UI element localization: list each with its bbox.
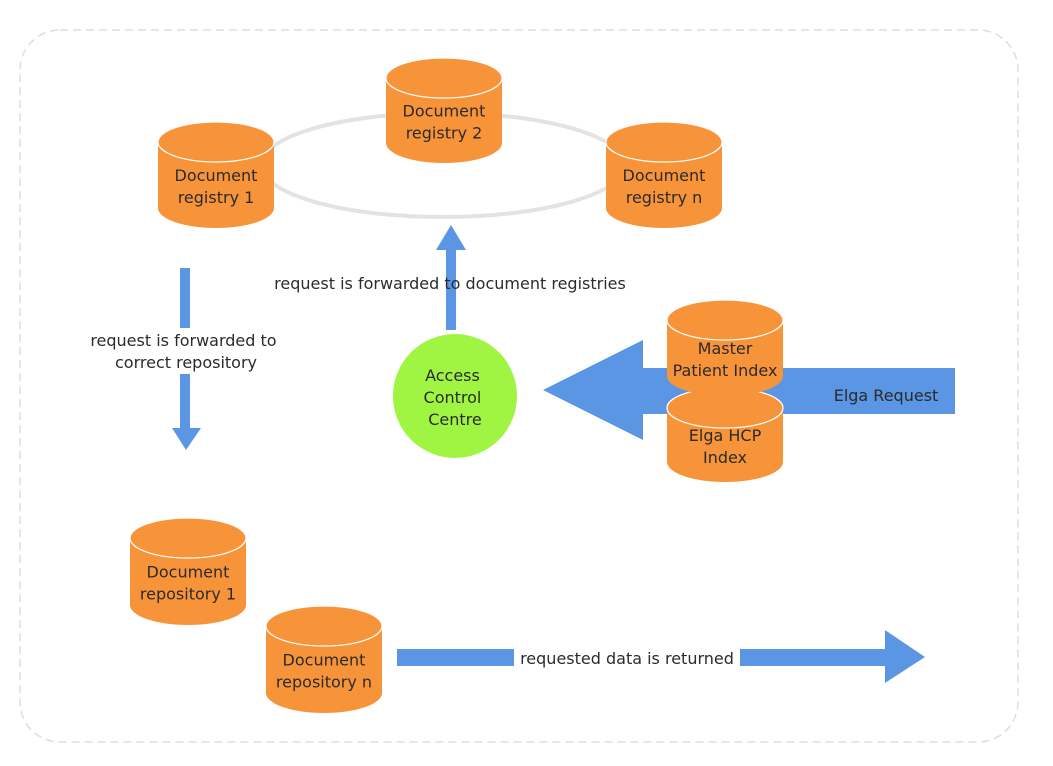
- cylinder-top: [385, 57, 503, 99]
- data-returned-label: requested data is returned: [520, 649, 734, 668]
- registry-2-node: Document registry 2: [385, 57, 503, 163]
- cylinder-top: [265, 605, 383, 647]
- access-control-centre-label: Access Control Centre: [424, 366, 487, 429]
- repository-1-node: Document repository 1: [129, 517, 247, 625]
- forward-registries-label: request is forwarded to document registr…: [274, 274, 626, 293]
- master-patient-index-node: Master Patient Index: [666, 299, 784, 396]
- cylinder-top: [157, 121, 275, 163]
- cylinder-top: [605, 121, 723, 163]
- elga-request-label: Elga Request: [834, 386, 939, 405]
- diagram-canvas: Document registry 1 Document registry 2 Docu…: [19, 29, 1019, 743]
- repository-n-node: Document repository n: [265, 605, 383, 713]
- cylinder-top: [666, 299, 784, 341]
- registry-1-node: Document registry 1: [157, 121, 275, 228]
- registry-n-node: Document registry n: [605, 121, 723, 228]
- cylinder-top: [129, 517, 247, 559]
- elga-hcp-index-node: Elga HCP Index: [666, 387, 784, 482]
